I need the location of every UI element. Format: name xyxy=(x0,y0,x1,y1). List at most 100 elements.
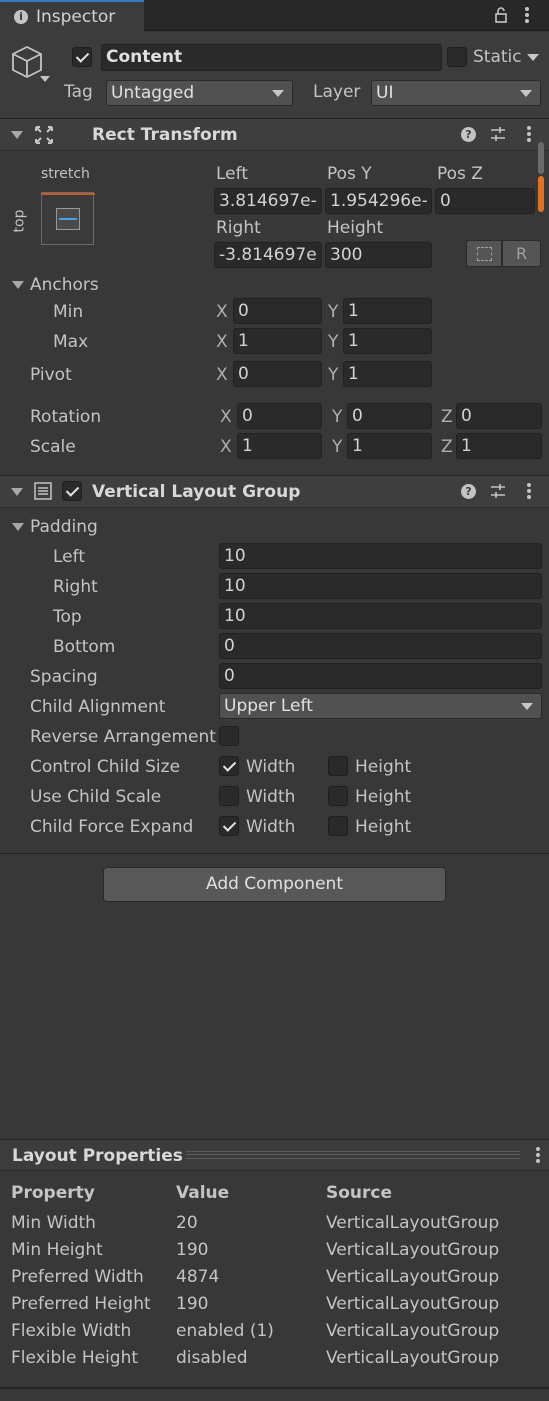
use-child-scale-height-label: Height xyxy=(355,787,412,807)
lp-header-value: Value xyxy=(176,1183,230,1203)
static-label[interactable]: Static xyxy=(473,46,522,68)
rect-transform-foldout-icon[interactable] xyxy=(11,131,23,139)
padding-top-label: Top xyxy=(53,607,82,627)
padding-top-field[interactable]: 10 xyxy=(219,603,542,629)
scale-x-field[interactable]: 1 xyxy=(237,433,322,459)
padding-foldout-icon[interactable] xyxy=(12,523,24,531)
rect-transform-icon xyxy=(34,125,54,145)
gameobject-cube-icon[interactable] xyxy=(10,44,54,86)
posz-field[interactable]: 0 xyxy=(435,188,535,214)
anchor-preset-horizontal-label: stretch xyxy=(41,166,90,182)
rotation-z-field[interactable]: 0 xyxy=(456,403,542,429)
layout-properties-drag-lines[interactable] xyxy=(186,1151,520,1159)
spacing-field[interactable]: 0 xyxy=(219,663,542,689)
scale-z-label: Z xyxy=(441,437,453,457)
anchor-max-y-field[interactable]: 1 xyxy=(343,328,432,354)
vlg-enabled-checkbox[interactable] xyxy=(62,481,82,501)
lp-row-source: VerticalLayoutGroup xyxy=(326,1213,500,1233)
lp-row-value: 4874 xyxy=(176,1267,220,1287)
child-force-expand-height-checkbox[interactable] xyxy=(328,816,348,836)
use-child-scale-width-label: Width xyxy=(246,787,296,807)
child-force-expand-width-checkbox[interactable] xyxy=(219,816,239,836)
anchor-preset-button[interactable] xyxy=(41,192,95,245)
padding-bottom-field[interactable]: 0 xyxy=(219,633,542,659)
height-field[interactable]: 300 xyxy=(325,242,432,268)
layer-value: UI xyxy=(376,83,394,103)
control-child-size-height-checkbox[interactable] xyxy=(328,756,348,776)
rotation-z-label: Z xyxy=(441,407,453,427)
scrollbar-track[interactable] xyxy=(536,140,546,215)
height-label: Height xyxy=(327,218,384,238)
padding-left-label: Left xyxy=(53,547,85,567)
lp-row-property: Preferred Width xyxy=(11,1267,144,1287)
lp-row-property: Flexible Width xyxy=(11,1321,132,1341)
lp-row-source: VerticalLayoutGroup xyxy=(326,1348,500,1368)
gameobject-name-field[interactable]: Content xyxy=(101,44,442,71)
anchors-label[interactable]: Anchors xyxy=(30,274,99,296)
lp-row-value: enabled (1) xyxy=(176,1321,274,1341)
child-alignment-value: Upper Left xyxy=(224,696,313,716)
scrollbar-thumb[interactable] xyxy=(538,142,544,174)
active-checkbox[interactable] xyxy=(72,47,92,67)
scale-z-field[interactable]: 1 xyxy=(456,433,542,459)
tag-label: Tag xyxy=(64,82,93,102)
tab-title: Inspector xyxy=(36,7,116,27)
anchor-min-x-field[interactable]: 0 xyxy=(233,298,322,324)
padding-right-field[interactable]: 10 xyxy=(219,573,542,599)
rect-transform-menu-icon[interactable] xyxy=(527,126,531,142)
add-component-button[interactable]: Add Component xyxy=(103,867,446,902)
use-child-scale-height-checkbox[interactable] xyxy=(328,786,348,806)
child-alignment-dropdown[interactable]: Upper Left xyxy=(219,693,542,719)
pivot-y-field[interactable]: 1 xyxy=(343,361,432,387)
anchors-foldout-icon[interactable] xyxy=(12,281,24,289)
static-checkbox[interactable] xyxy=(447,47,467,67)
vertical-layout-icon xyxy=(34,482,52,500)
presets-icon[interactable] xyxy=(490,126,506,142)
anchor-max-x-label: X xyxy=(216,332,228,352)
lock-icon[interactable] xyxy=(495,7,507,23)
right-field[interactable]: -3.814697e xyxy=(214,242,322,268)
left-label: Left xyxy=(216,164,248,184)
rotation-x-field[interactable]: 0 xyxy=(237,403,322,429)
pivot-x-field[interactable]: 0 xyxy=(233,361,322,387)
tag-dropdown-arrow-icon xyxy=(272,90,284,97)
lp-row-property: Flexible Height xyxy=(11,1348,139,1368)
padding-left-field[interactable]: 10 xyxy=(219,543,542,569)
scale-y-field[interactable]: 1 xyxy=(347,433,432,459)
posy-field[interactable]: 1.954296e- xyxy=(325,188,432,214)
vlg-help-icon[interactable]: ? xyxy=(461,484,476,499)
blueprint-mode-button[interactable] xyxy=(466,240,502,267)
vlg-title: Vertical Layout Group xyxy=(92,482,301,502)
anchor-max-x-field[interactable]: 1 xyxy=(233,328,322,354)
static-dropdown-arrow-icon[interactable] xyxy=(527,54,539,61)
blueprint-icon xyxy=(477,247,492,261)
left-field[interactable]: 3.814697e- xyxy=(214,188,322,214)
control-child-size-height-label: Height xyxy=(355,757,412,777)
control-child-size-width-checkbox[interactable] xyxy=(219,756,239,776)
child-force-expand-height-label: Height xyxy=(355,817,412,837)
vlg-foldout-icon[interactable] xyxy=(11,488,23,496)
anchor-min-x-label: X xyxy=(216,302,228,322)
anchor-min-y-field[interactable]: 1 xyxy=(343,298,432,324)
layer-dropdown[interactable]: UI xyxy=(371,80,541,106)
tag-dropdown[interactable]: Untagged xyxy=(106,80,293,106)
scale-x-label: X xyxy=(220,437,232,457)
reverse-arrangement-checkbox[interactable] xyxy=(219,726,239,746)
vlg-presets-icon[interactable] xyxy=(490,483,506,499)
use-child-scale-width-checkbox[interactable] xyxy=(219,786,239,806)
bottom-border xyxy=(0,1387,549,1389)
help-icon[interactable]: ? xyxy=(461,127,476,142)
rotation-label: Rotation xyxy=(30,407,102,427)
layout-properties-menu-icon[interactable] xyxy=(536,1147,540,1163)
layer-label: Layer xyxy=(313,82,361,102)
posz-label: Pos Z xyxy=(437,164,483,184)
scale-label: Scale xyxy=(30,437,76,457)
raw-edit-button[interactable]: R xyxy=(502,240,541,267)
padding-label[interactable]: Padding xyxy=(30,516,98,538)
vlg-menu-icon[interactable] xyxy=(527,483,531,499)
lp-row-value: 190 xyxy=(176,1294,209,1314)
tab-menu-icon[interactable] xyxy=(525,7,529,23)
rotation-y-field[interactable]: 0 xyxy=(347,403,432,429)
child-force-expand-width-label: Width xyxy=(246,817,296,837)
tab-inspector[interactable]: i Inspector xyxy=(0,0,144,32)
